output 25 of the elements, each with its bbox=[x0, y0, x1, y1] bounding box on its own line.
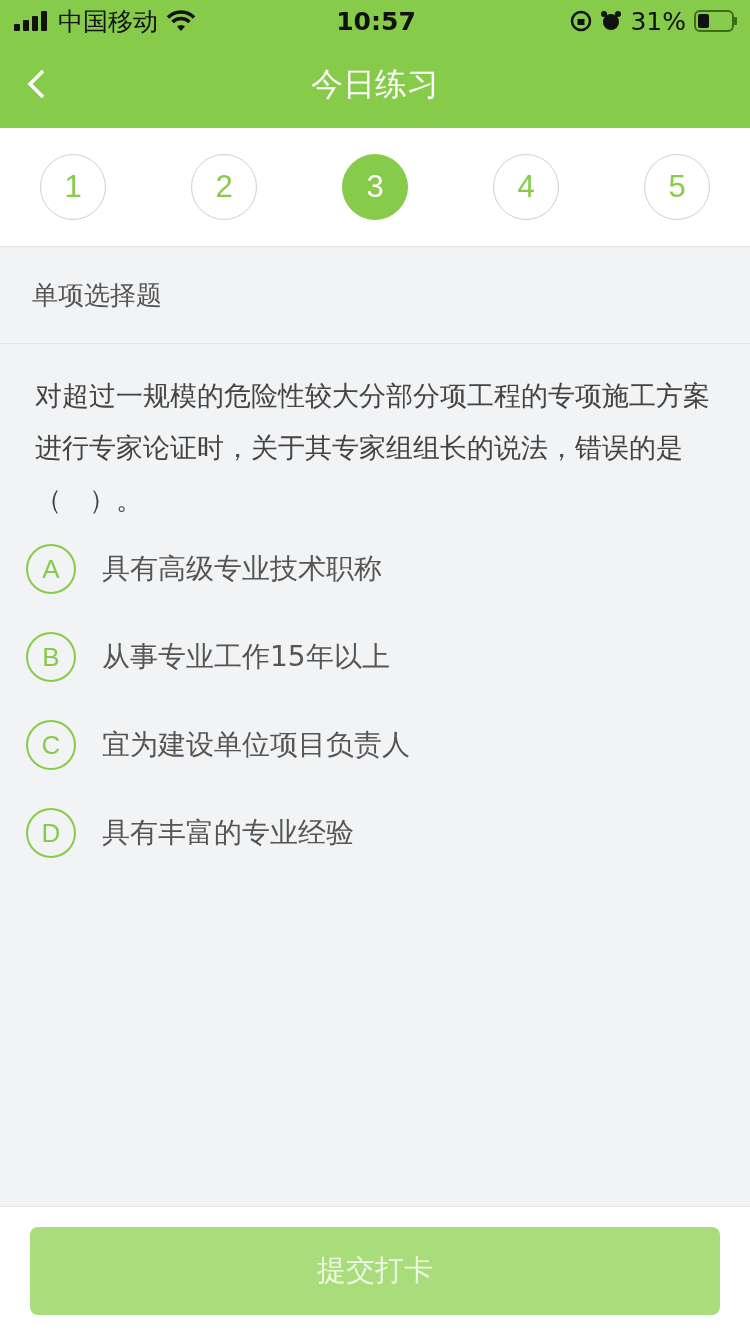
question-number-tab[interactable]: 1 bbox=[40, 154, 106, 220]
option-text[interactable]: 具有高级专业技术职称 bbox=[102, 550, 382, 588]
question-text: 对超过一规模的危险性较大分部分项工程的专项施工方案进行专家论证时，关于其专家组组长的说法，错误的是（ ）。 bbox=[35, 379, 711, 517]
option-text[interactable]: 从事专业工作15年以上 bbox=[102, 638, 390, 676]
option-text[interactable]: 宜为建设单位项目负责人 bbox=[102, 726, 410, 764]
question-number-tab[interactable]: 5 bbox=[644, 154, 710, 220]
battery-percent: 31% bbox=[630, 6, 686, 36]
rotation-lock-icon bbox=[570, 10, 593, 32]
carrier-name: 中国移动 bbox=[58, 5, 158, 38]
page-title: 今日练习 bbox=[311, 64, 439, 105]
option-radio[interactable]: A bbox=[26, 544, 76, 594]
section-title: 单项选择题 bbox=[32, 278, 162, 312]
question-number-tab[interactable]: 2 bbox=[191, 154, 257, 220]
option-text[interactable]: 具有丰富的专业经验 bbox=[102, 814, 354, 852]
wifi-icon bbox=[166, 10, 196, 32]
option-radio[interactable]: C bbox=[26, 720, 76, 770]
question-number-tab[interactable]: 4 bbox=[493, 154, 559, 220]
option-radio[interactable]: D bbox=[26, 808, 76, 858]
signal-icon bbox=[14, 11, 50, 31]
back-icon bbox=[26, 68, 46, 100]
option-radio[interactable]: B bbox=[26, 632, 76, 682]
alarm-icon bbox=[600, 10, 623, 32]
question-number-tab[interactable]: 3 bbox=[342, 154, 408, 220]
battery-icon bbox=[694, 10, 738, 32]
status-time: 10:57 bbox=[336, 6, 416, 36]
